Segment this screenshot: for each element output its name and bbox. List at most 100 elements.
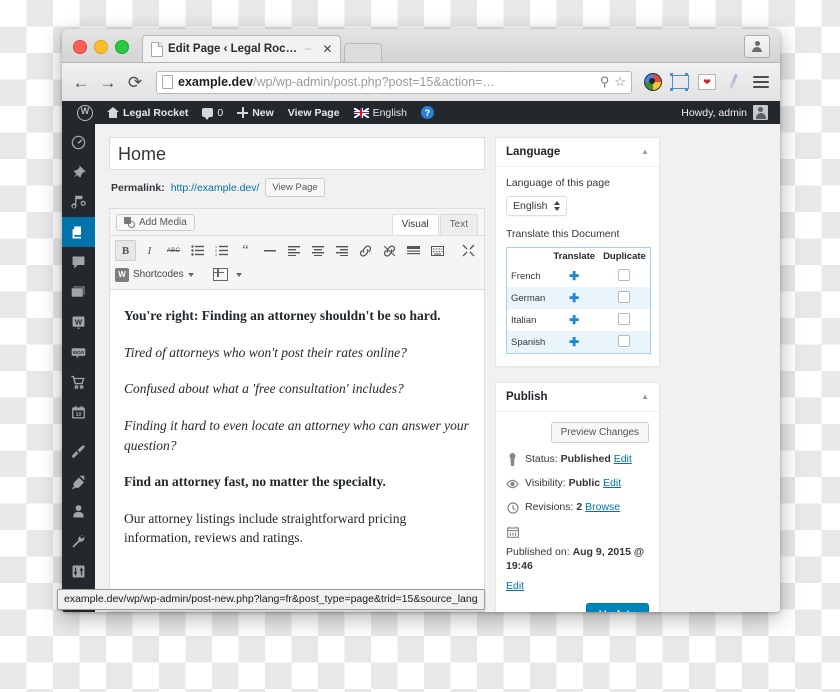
table-icon — [213, 268, 228, 281]
sidebar-item-comments[interactable] — [62, 247, 95, 277]
sidebar-item-dashboard[interactable] — [62, 127, 95, 157]
publish-metabox-header[interactable]: Publish ▲ — [496, 383, 659, 412]
sidebar-item-shop[interactable] — [62, 367, 95, 397]
duplicate-checkbox[interactable] — [599, 287, 650, 309]
col-duplicate: Duplicate — [599, 248, 650, 266]
sidebar-item-gallery[interactable] — [62, 277, 95, 307]
horizontal-rule-button[interactable] — [259, 240, 280, 261]
account-menu[interactable]: Howdy, admin — [681, 105, 772, 120]
heart-icon[interactable]: ❤ — [697, 72, 717, 92]
comments-menu[interactable]: 0 — [195, 101, 230, 124]
close-tab-button[interactable]: ✕ — [316, 43, 332, 55]
status-edit-link[interactable]: Edit — [614, 453, 632, 465]
sidebar-item-events[interactable]: 10 — [62, 397, 95, 427]
blockquote-button[interactable]: “ — [235, 240, 256, 261]
images-icon — [70, 284, 87, 301]
maximize-window-button[interactable] — [115, 40, 129, 54]
view-page-button[interactable]: View Page — [265, 178, 324, 197]
chrome-icon[interactable] — [643, 72, 663, 92]
avatar — [753, 105, 768, 120]
status-label: Status: — [525, 453, 558, 465]
wp-admin-content: Home Permalink: http://example.dev/ View… — [95, 124, 780, 612]
duplicate-checkbox[interactable] — [599, 265, 650, 287]
close-window-button[interactable] — [73, 40, 87, 54]
site-name-menu[interactable]: Legal Rocket — [100, 101, 195, 124]
minimize-window-button[interactable] — [94, 40, 108, 54]
sidebar-item-woocommerce[interactable]: WOO — [62, 337, 95, 367]
sidebar-item-settings[interactable] — [62, 556, 95, 586]
pin-icon — [506, 453, 519, 466]
editor-body[interactable]: You're right: Finding an attorney should… — [110, 290, 484, 589]
star-icon[interactable]: ☆ — [614, 74, 626, 90]
sidebar-item-posts[interactable] — [62, 157, 95, 187]
translate-add-button[interactable]: ✚ — [549, 309, 599, 331]
editor-column: Home Permalink: http://example.dev/ View… — [109, 137, 485, 612]
language-menu[interactable]: English — [347, 101, 414, 124]
permalink-url[interactable]: http://example.dev/ — [171, 182, 260, 194]
tab-visual[interactable]: Visual — [392, 214, 439, 235]
address-bar[interactable]: example.dev/wp/wp-admin/post.php?post=15… — [156, 71, 632, 94]
screenshot-frame-icon[interactable] — [670, 72, 690, 92]
update-button[interactable]: Update — [586, 603, 649, 612]
align-center-button[interactable] — [307, 240, 328, 261]
align-left-button[interactable] — [283, 240, 304, 261]
browser-tab-active[interactable]: Edit Page ‹ Legal Rocket – ✕ — [142, 35, 341, 62]
sidebar-item-wpml[interactable]: W — [62, 307, 95, 337]
uk-flag-icon — [354, 108, 369, 118]
clock-icon — [506, 501, 519, 514]
sidebar-item-tools[interactable] — [62, 526, 95, 556]
strikethrough-button[interactable]: ABC — [163, 240, 184, 261]
remove-link-button[interactable] — [379, 240, 400, 261]
shortcodes-button[interactable]: W Shortcodes — [115, 268, 194, 282]
forward-button[interactable]: → — [98, 72, 118, 92]
bullet-list-button[interactable] — [187, 240, 208, 261]
language-select[interactable]: English — [506, 196, 567, 216]
insert-table-button[interactable] — [210, 264, 231, 285]
chevron-up-icon[interactable]: ▲ — [641, 148, 649, 156]
tab-strip: Edit Page ‹ Legal Rocket – ✕ — [142, 34, 382, 62]
duplicate-checkbox[interactable] — [599, 309, 650, 331]
reload-button[interactable]: ⟳ — [125, 72, 145, 92]
insert-more-tag-button[interactable] — [403, 240, 424, 261]
add-media-button[interactable]: Add Media — [116, 214, 195, 231]
back-button[interactable]: ← — [71, 72, 91, 92]
sidebar-item-media[interactable] — [62, 187, 95, 217]
language-metabox-header[interactable]: Language ▲ — [496, 138, 659, 167]
view-page-menu[interactable]: View Page — [281, 101, 347, 124]
sidebar-item-pages[interactable] — [62, 217, 95, 247]
toggle-toolbar-button[interactable] — [427, 240, 448, 261]
revisions-browse-link[interactable]: Browse — [585, 501, 620, 513]
page-viewport: Legal Rocket 0 New View Page English ? — [62, 101, 780, 612]
post-title-input[interactable]: Home — [109, 137, 485, 170]
new-content-menu[interactable]: New — [230, 101, 281, 124]
new-tab-button[interactable] — [344, 43, 382, 62]
translate-add-button[interactable]: ✚ — [549, 265, 599, 287]
wordpress-logo-menu[interactable] — [70, 101, 100, 124]
hamburger-icon[interactable] — [751, 72, 771, 92]
cart-icon — [70, 374, 87, 391]
url-path: /wp/wp-admin/post.php?post=15&action=… — [253, 75, 495, 89]
numbered-list-button[interactable]: 123 — [211, 240, 232, 261]
search-icon[interactable]: ⚲ — [600, 74, 610, 90]
translate-add-button[interactable]: ✚ — [549, 331, 599, 354]
sidebar-item-appearance[interactable] — [62, 436, 95, 466]
chevron-up-icon[interactable]: ▲ — [641, 393, 649, 401]
align-right-button[interactable] — [331, 240, 352, 261]
help-menu[interactable]: ? — [414, 101, 441, 124]
sidebar-item-users[interactable] — [62, 496, 95, 526]
fullscreen-button[interactable] — [458, 240, 479, 261]
visibility-edit-link[interactable]: Edit — [603, 477, 621, 489]
browser-profile-button[interactable] — [744, 35, 770, 58]
sidebar-item-plugins[interactable] — [62, 466, 95, 496]
pen-icon[interactable] — [724, 72, 744, 92]
preview-changes-button[interactable]: Preview Changes — [551, 422, 649, 443]
media-icon — [70, 194, 87, 211]
translate-add-button[interactable]: ✚ — [549, 287, 599, 309]
published-on-edit-link[interactable]: Edit — [506, 579, 649, 593]
tab-text[interactable]: Text — [440, 214, 478, 235]
duplicate-checkbox[interactable] — [599, 331, 650, 354]
italic-button[interactable]: I — [139, 240, 160, 261]
page-icon — [151, 42, 163, 57]
insert-link-button[interactable] — [355, 240, 376, 261]
bold-button[interactable]: B — [115, 240, 136, 261]
